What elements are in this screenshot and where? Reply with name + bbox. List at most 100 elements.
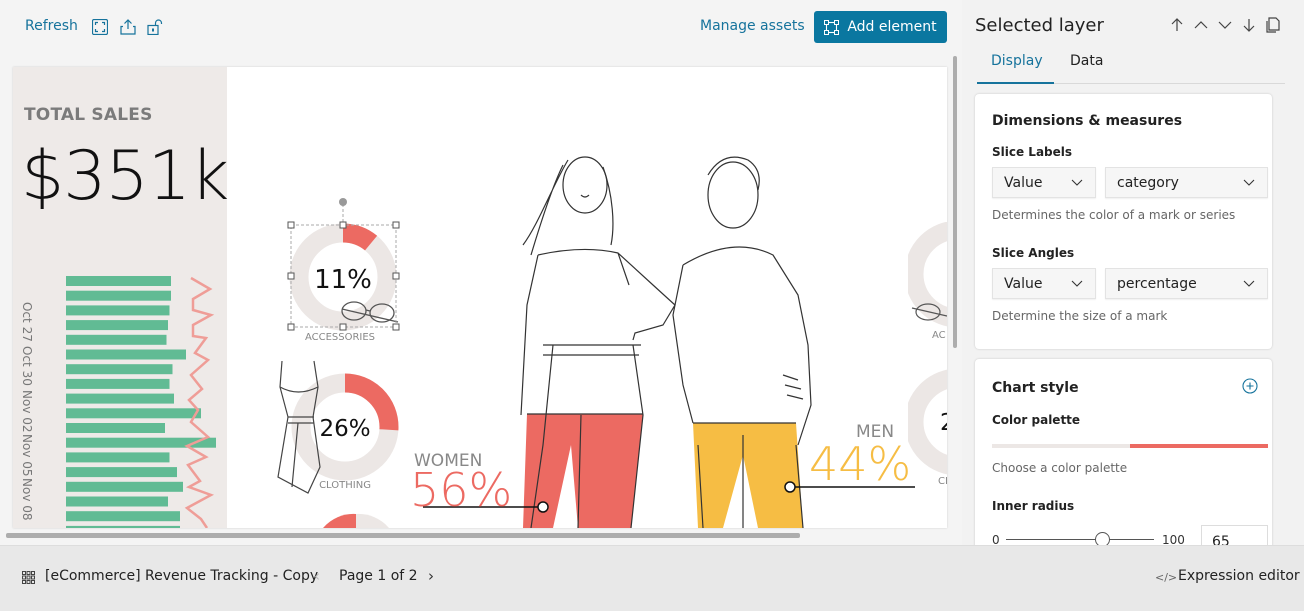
dimensions-card: Dimensions & measures Slice Labels Value… [975,94,1272,349]
select-value: category [1117,174,1179,191]
add-element-label: Add element [847,19,937,35]
fullscreen-icon[interactable] [92,19,108,35]
men-percent[interactable]: 44% [809,437,911,491]
slice-labels-label: Slice Labels [992,145,1073,159]
add-element-button[interactable]: Add element [814,11,947,43]
slice-labels-hint: Determines the color of a mark or series [992,208,1236,222]
total-sales-metric[interactable]: $351k [21,137,229,216]
chevron-down-icon [1071,280,1083,287]
move-up-icon[interactable] [1193,16,1209,34]
women-callout-dot [537,501,549,513]
sales-bar [66,364,173,375]
sales-bar [66,452,170,463]
total-sales-panel: TOTAL SALES $351k Oct 27 Oct 30 Nov 02 N… [13,67,229,528]
color-palette-picker[interactable] [992,444,1268,448]
women-percent[interactable]: 56% [410,463,512,517]
horizontal-scrollbar[interactable] [6,533,800,538]
select-value: Value [1004,174,1043,191]
unlock-icon[interactable] [147,19,163,35]
tab-data[interactable]: Data [1070,53,1103,69]
duplicate-icon[interactable] [1265,16,1281,34]
inner-radius-label: Inner radius [992,499,1075,513]
sales-bar [66,393,174,404]
date-axis: Oct 27 Oct 30 Nov 02 Nov 05 Nov 08 [20,302,38,528]
slice-labels-type-select[interactable]: Value [992,167,1096,198]
slice-angles-field-select[interactable]: percentage [1105,268,1268,299]
page-indicator[interactable]: Page 1 of 2 [339,568,418,584]
sales-bar [66,378,170,389]
sales-bar [66,290,171,301]
tab-display[interactable]: Display [991,53,1043,69]
layer-actions [1169,16,1281,34]
manage-assets-link[interactable]: Manage assets [700,18,805,34]
move-top-icon[interactable] [1169,16,1185,34]
chevron-down-icon [1243,280,1255,287]
move-down-icon[interactable] [1217,16,1233,34]
sales-bar [66,349,186,360]
resize-handle [287,221,295,229]
resize-handle [339,221,347,229]
inner-radius-slider-track[interactable] [1006,539,1154,540]
panel-tabs: Display Data [977,46,1285,84]
chevron-down-icon [1243,179,1255,186]
vertical-scrollbar[interactable] [953,56,957,348]
donut-percent: 26% [319,416,370,442]
resize-handle [287,272,295,280]
sales-bar [66,481,183,492]
element-icon [824,19,840,35]
panel-title: Selected layer [975,15,1104,36]
sales-bar [66,320,168,331]
dimensions-title: Dimensions & measures [992,113,1183,129]
total-sales-label: TOTAL SALES [24,105,153,125]
add-style-icon[interactable] [1242,378,1258,394]
sales-bar [66,525,180,528]
donut-percent: 11% [314,265,372,295]
move-bottom-icon[interactable] [1241,16,1257,34]
slice-labels-field-select[interactable]: category [1105,167,1268,198]
sales-bar [66,423,165,433]
trend-line [184,276,215,528]
chart-style-title: Chart style [992,380,1079,396]
resize-handle [392,221,400,229]
rotate-handle [339,198,347,206]
men-callout-dot [784,481,796,493]
slice-angles-type-select[interactable]: Value [992,268,1096,299]
resize-handle [287,323,295,331]
trend-line-chart[interactable] [183,272,223,528]
duplicate-donuts-partial: AC 2 CL [908,222,947,487]
svg-text:CL: CL [938,476,947,487]
date-axis-label: Oct 27 [20,302,34,342]
men-pants-fill [693,423,803,528]
select-value: percentage [1117,275,1197,292]
resize-handle [392,272,400,280]
previous-page-button[interactable]: ‹ [314,567,320,585]
donut-label: CLOTHING [319,480,371,491]
sales-bar [66,334,167,345]
donut-label: ACCESSORIES [305,332,375,342]
share-icon[interactable] [120,19,136,35]
accessories-donut[interactable]: 11% ACCESSORIES [278,192,408,342]
color-palette-hint: Choose a color palette [992,461,1128,475]
select-value: Value [1004,275,1043,292]
expression-editor-button[interactable]: Expression editor [1178,568,1300,584]
footer-bar: [eCommerce] Revenue Tracking - Copy ‹ Pa… [0,545,1304,611]
date-axis-label: Nov 08 [20,478,34,521]
chevron-down-icon [1071,179,1083,186]
sales-bar [66,276,171,286]
date-axis-label: Nov 02 [20,390,34,433]
date-axis-label: Nov 05 [20,434,34,477]
resize-handle [339,323,347,331]
chart-style-card: Chart style Color palette Choose a color… [975,359,1272,559]
refresh-button[interactable]: Refresh [25,18,78,34]
workpad-name[interactable]: [eCommerce] Revenue Tracking - Copy [45,568,318,584]
apps-grid-icon[interactable] [22,571,35,584]
slice-angles-label: Slice Angles [992,246,1075,260]
color-palette-label: Color palette [992,413,1081,427]
palette-swatch [992,444,1130,448]
workpad-page: TOTAL SALES $351k Oct 27 Oct 30 Nov 02 N… [13,67,947,528]
sales-bar [66,496,168,507]
sales-bar [66,467,177,478]
next-page-button[interactable]: › [428,567,434,585]
sidebar-panel: Selected layer Display Data Dimensions &… [962,0,1304,559]
clothing-donut[interactable]: 26% CLOTHING [258,357,408,497]
